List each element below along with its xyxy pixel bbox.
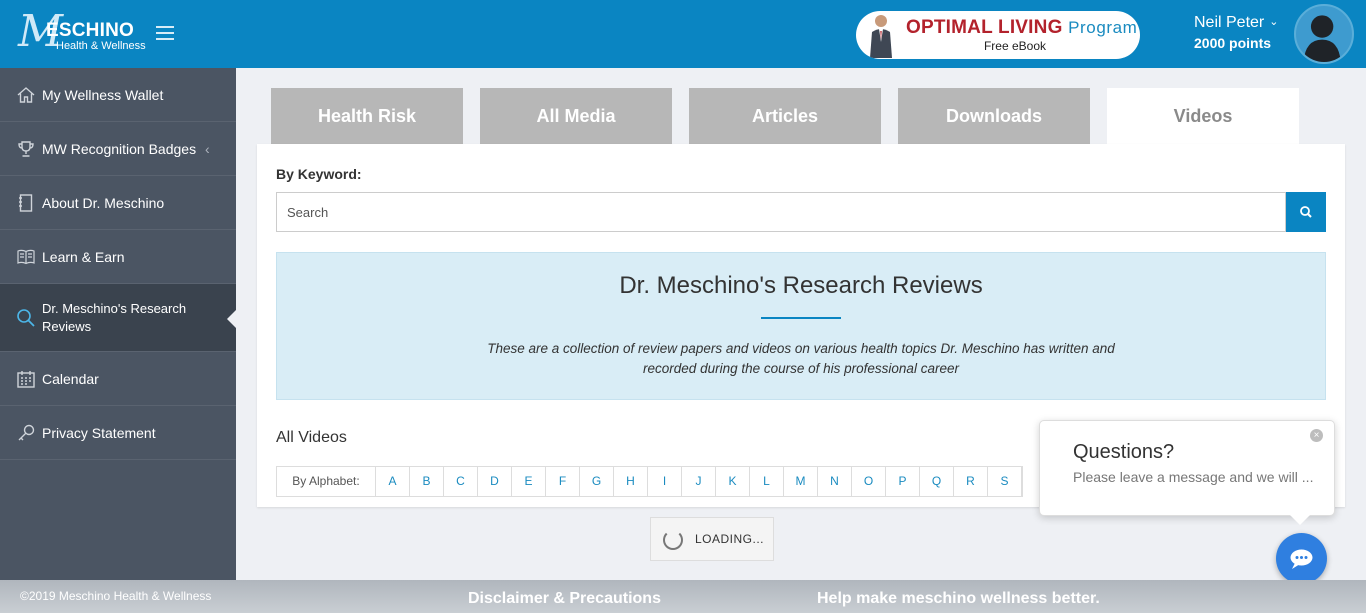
tab-downloads[interactable]: Downloads xyxy=(898,88,1090,144)
user-menu[interactable]: Neil Peter ⌄ 2000 points xyxy=(1194,14,1278,51)
chat-title: Questions? xyxy=(1073,441,1175,463)
hamburger-menu-icon[interactable] xyxy=(156,26,174,40)
sidebar-item-learn-earn[interactable]: Learn & Earn xyxy=(0,230,236,284)
tab-videos[interactable]: Videos xyxy=(1107,88,1299,144)
alphabet-letter[interactable]: A xyxy=(376,467,410,496)
alphabet-letter[interactable]: G xyxy=(580,467,614,496)
sidebar-item-label: About Dr. Meschino xyxy=(42,194,165,211)
alphabet-letter[interactable]: D xyxy=(478,467,512,496)
user-points: 2000 points xyxy=(1194,35,1272,51)
meschino-logo[interactable]: M ESCHINO Health & Wellness xyxy=(18,10,158,58)
book-icon xyxy=(17,249,35,264)
sidebar-item-wellness-wallet[interactable]: My Wellness Wallet xyxy=(0,68,236,122)
alphabet-letter[interactable]: H xyxy=(614,467,648,496)
copyright: ©2019 Meschino Health & Wellness xyxy=(20,589,212,603)
footer: ©2019 Meschino Health & Wellness Disclai… xyxy=(0,580,1366,613)
disclaimer-link[interactable]: Disclaimer & Precautions xyxy=(468,590,661,608)
research-reviews-banner: Dr. Meschino's Research Reviews These ar… xyxy=(276,252,1326,400)
alphabet-letter[interactable]: C xyxy=(444,467,478,496)
chat-bubble-icon xyxy=(1290,549,1313,569)
alphabet-letter[interactable]: B xyxy=(410,467,444,496)
tab-all-media[interactable]: All Media xyxy=(480,88,672,144)
alphabet-filter: By Alphabet: ABCDEFGHIJKLMNOPQRS xyxy=(276,466,1023,497)
loading-indicator: LOADING... xyxy=(650,517,774,561)
chevron-down-icon: ⌄ xyxy=(1269,16,1279,28)
sidebar-item-research-reviews[interactable]: Dr. Meschino's Research Reviews xyxy=(0,284,236,352)
alphabet-letter[interactable]: J xyxy=(682,467,716,496)
spinner-icon xyxy=(663,530,683,550)
banner-description: These are a collection of review papers … xyxy=(487,341,1115,376)
alphabet-letter[interactable]: K xyxy=(716,467,750,496)
sidebar: My Wellness Wallet MW Recognition Badges… xyxy=(0,68,236,580)
alphabet-letter[interactable]: S xyxy=(988,467,1022,496)
sidebar-item-label: My Wellness Wallet xyxy=(42,86,164,103)
alphabet-letter[interactable]: P xyxy=(886,467,920,496)
user-silhouette-icon xyxy=(1303,15,1341,62)
avatar[interactable] xyxy=(1294,4,1354,64)
sidebar-item-calendar[interactable]: Calendar xyxy=(0,352,236,406)
sidebar-item-about[interactable]: About Dr. Meschino xyxy=(0,176,236,230)
promo-subtitle: Free eBook xyxy=(983,39,1047,53)
promo-title: OPTIMAL LIVING Program xyxy=(906,17,1138,38)
sidebar-item-label: MW Recognition Badges xyxy=(42,140,197,157)
tab-health-risk[interactable]: Health Risk xyxy=(271,88,463,144)
optimal-living-promo[interactable]: OPTIMAL LIVING Program Free eBook xyxy=(856,11,1140,59)
user-name: Neil Peter xyxy=(1194,14,1265,31)
title-underline xyxy=(761,317,841,319)
home-icon xyxy=(17,86,35,103)
sidebar-item-label: Calendar xyxy=(42,370,99,387)
notebook-icon xyxy=(19,193,33,212)
alphabet-label: By Alphabet: xyxy=(277,467,376,496)
logo-subtitle: Health & Wellness xyxy=(56,40,146,52)
alphabet-letter[interactable]: I xyxy=(648,467,682,496)
top-bar: M ESCHINO Health & Wellness OPTIMAL LIVI… xyxy=(0,0,1366,68)
alphabet-letter[interactable]: Q xyxy=(920,467,954,496)
search-input[interactable] xyxy=(276,192,1286,232)
close-icon[interactable]: × xyxy=(1310,429,1323,442)
keyword-label: By Keyword: xyxy=(276,166,362,182)
chat-message: Please leave a message and we will ... xyxy=(1073,469,1314,485)
sidebar-item-label: Privacy Statement xyxy=(42,424,156,441)
search-icon xyxy=(1300,206,1312,218)
tab-articles[interactable]: Articles xyxy=(689,88,881,144)
key-icon xyxy=(18,424,35,440)
banner-title: Dr. Meschino's Research Reviews xyxy=(619,272,983,299)
trophy-icon xyxy=(18,140,34,157)
sidebar-item-label: Learn & Earn xyxy=(42,248,125,265)
chevron-left-icon: ‹ xyxy=(205,140,210,157)
chat-popup[interactable]: Questions? Please leave a message and we… xyxy=(1039,420,1335,525)
search-button[interactable] xyxy=(1286,192,1326,232)
alphabet-letter[interactable]: O xyxy=(852,467,886,496)
alphabet-letter[interactable]: L xyxy=(750,467,784,496)
sidebar-item-privacy[interactable]: Privacy Statement xyxy=(0,406,236,460)
alphabet-letter[interactable]: N xyxy=(818,467,852,496)
alphabet-letter[interactable]: M xyxy=(784,467,818,496)
loading-text: LOADING... xyxy=(695,532,765,546)
alphabet-letter[interactable]: F xyxy=(546,467,580,496)
alphabet-letter[interactable]: R xyxy=(954,467,988,496)
section-title: All Videos xyxy=(276,429,347,446)
sidebar-item-label: Dr. Meschino's Research Reviews xyxy=(42,300,187,334)
alphabet-letter[interactable]: E xyxy=(512,467,546,496)
chat-button[interactable] xyxy=(1276,533,1327,584)
sidebar-item-recognition-badges[interactable]: MW Recognition Badges ‹ xyxy=(0,122,236,176)
search-icon xyxy=(17,308,35,327)
calendar-icon xyxy=(17,370,35,388)
logo-brand: ESCHINO xyxy=(46,20,134,41)
feedback-link[interactable]: Help make meschino wellness better. xyxy=(817,590,1100,608)
